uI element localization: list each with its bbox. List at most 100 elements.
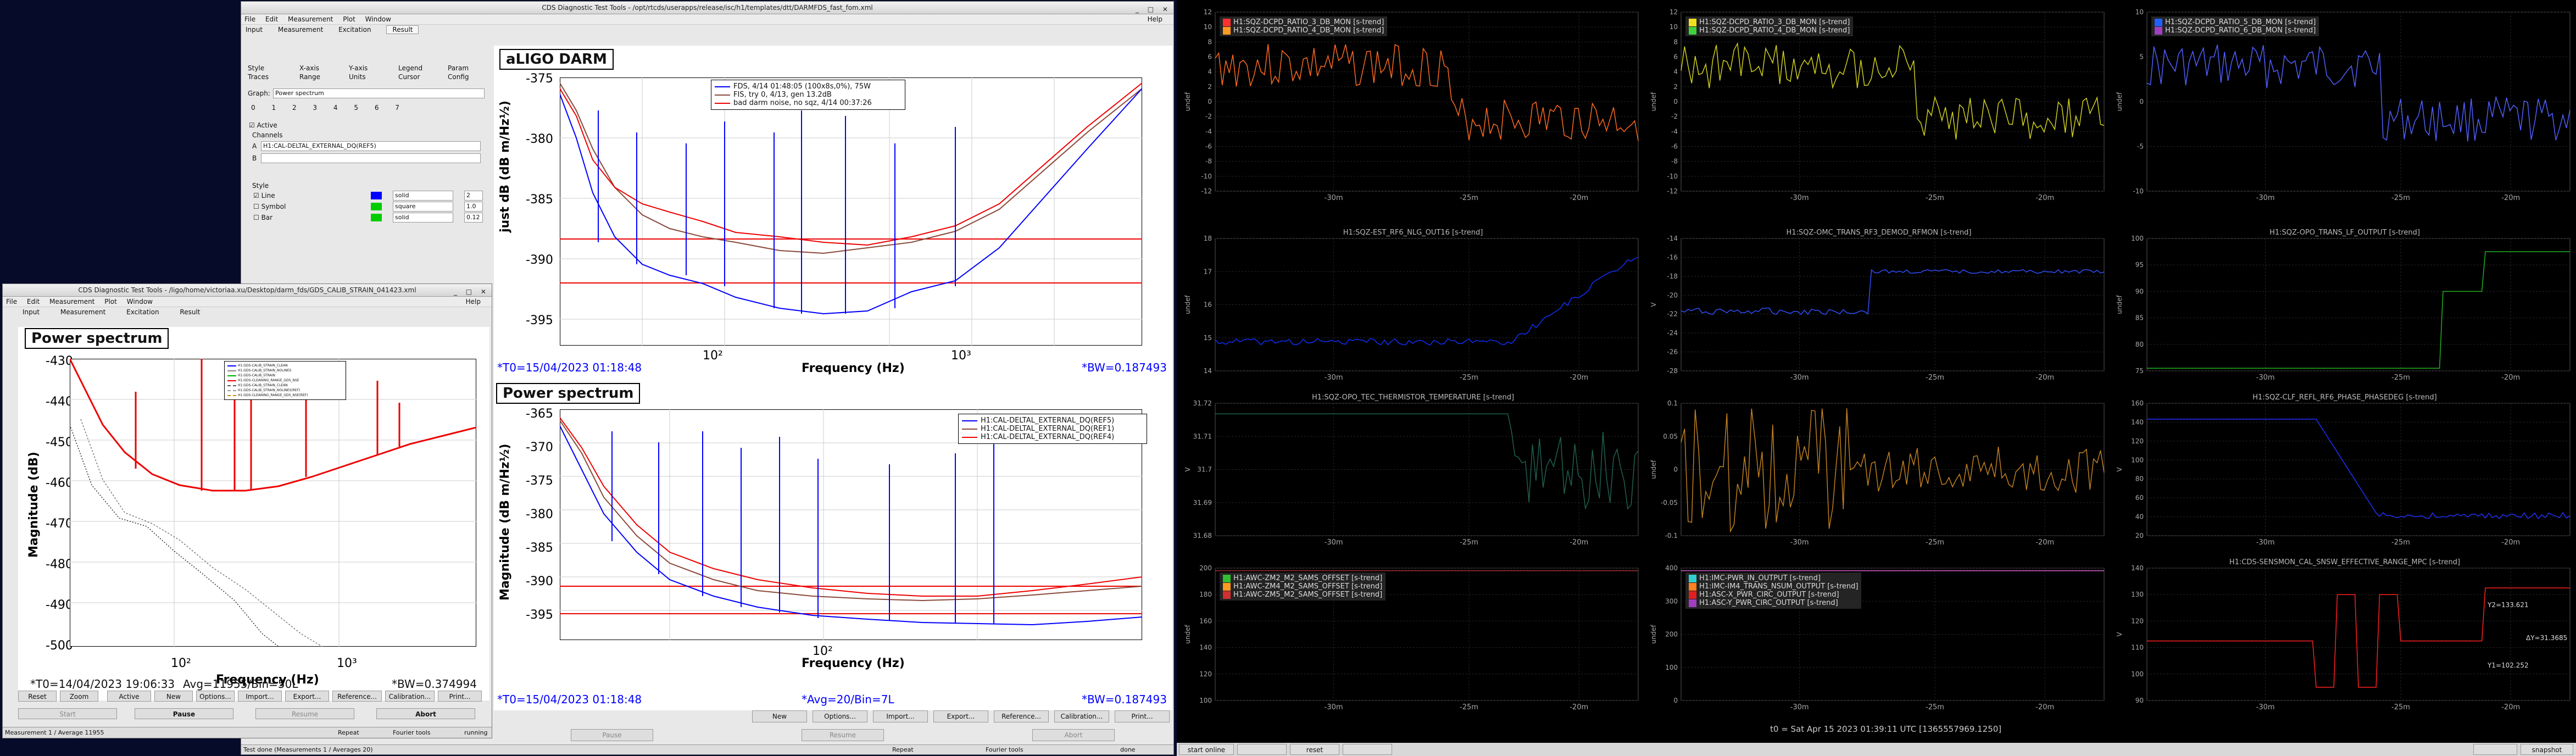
second-menu-plot[interactable]: Plot: [104, 298, 117, 305]
tab-input[interactable]: Input: [246, 26, 263, 34]
start-online-button[interactable]: start online: [1179, 744, 1234, 755]
style-line-checkbox[interactable]: ☑ Line: [253, 192, 275, 199]
ndscope-panel-7[interactable]: 0.1 0.05 0 -0.05 -0.1 -30m -25m -20m undef: [1648, 396, 2110, 552]
ndscope-panel-8[interactable]: H1:SQZ-CLF_REFL_RF6_PHASE_PHASEDEG [s-tr…: [2114, 393, 2575, 552]
second-import-button[interactable]: Import...: [238, 691, 282, 702]
ndscope-panel-1[interactable]: 12 10 8 6 4 2 0 -2 -4 -6 -8 -10 -12 -30m -25m -20m undef…: [1648, 4, 2110, 208]
line-color-swatch[interactable]: [371, 192, 382, 199]
subtab-cursor[interactable]: Cursor: [398, 73, 420, 81]
main-window-titlebar[interactable]: CDS Diagnostic Test Tools - /opt/rtcds/u…: [241, 2, 1173, 14]
subtab-units[interactable]: Units: [349, 73, 366, 81]
ndscope-panel-9[interactable]: 200 180 160 140 120 100 -30m -25m -20m undef H1:AW…: [1182, 560, 1644, 717]
subtab-traces[interactable]: Traces: [248, 73, 269, 81]
ndscope-panel-3[interactable]: H1:SQZ-EST_RF6_NLG_OUT16 [s-trend] 18 17 16…: [1182, 229, 1644, 387]
subtab-legend[interactable]: Legend: [398, 64, 422, 72]
ndscope-plot[interactable]: 18 17 16 15 14 -30m -25m -20m undef: [1182, 231, 1644, 387]
tab-measurement[interactable]: Measurement: [278, 26, 323, 34]
second-window-titlebar[interactable]: CDS Diagnostic Test Tools - /ligo/home/v…: [3, 284, 492, 297]
second-abort-button[interactable]: Abort: [376, 708, 475, 719]
subtab-param[interactable]: Param: [448, 64, 469, 72]
main-reference-button[interactable]: Reference...: [994, 710, 1049, 722]
second-print-button[interactable]: Print...: [438, 691, 482, 702]
channel-b-select[interactable]: [261, 153, 481, 163]
second-tab-excitation[interactable]: Excitation: [126, 308, 159, 316]
trace-tab-5[interactable]: 5: [354, 104, 358, 112]
line-type-select[interactable]: solid: [393, 191, 453, 201]
second-menu-window[interactable]: Window: [127, 298, 153, 305]
style-bar-checkbox[interactable]: ☐ Bar: [253, 214, 272, 221]
subtab-config[interactable]: Config: [448, 73, 469, 81]
tab-excitation[interactable]: Excitation: [338, 26, 371, 34]
second-menu-edit[interactable]: Edit: [27, 298, 40, 305]
ndscope-panel-2[interactable]: 10 5 0 -5 -10 -30m -25m -20m undef H1:SQZ-DCPD_RA…: [2114, 4, 2575, 208]
bar-type-select[interactable]: solid: [393, 213, 453, 223]
main-calibration-button[interactable]: Calibration...: [1054, 710, 1109, 722]
subtab-range[interactable]: Range: [299, 73, 320, 81]
ndscope-plot[interactable]: 31.72 31.71 31.7 31.69 31.68 -30m -25m -20m V: [1182, 396, 1644, 552]
graph-select[interactable]: Power spectrum: [273, 88, 485, 98]
trace-tab-6[interactable]: 6: [375, 104, 379, 112]
second-reference-button[interactable]: Reference...: [332, 691, 382, 702]
trace-tab-2[interactable]: 2: [292, 104, 297, 112]
channel-a-select[interactable]: H1:CAL-DELTAL_EXTERNAL_DQ(REF5): [261, 141, 481, 151]
second-new-button[interactable]: New: [154, 691, 193, 702]
menu-help[interactable]: Help: [1148, 14, 1162, 24]
main-import-button[interactable]: Import...: [873, 710, 928, 722]
ndscope-plot[interactable]: 160 140 120 100 80 60 40 20 -30m -25m -20m V: [2114, 396, 2575, 552]
main-export-button[interactable]: Export...: [933, 710, 988, 722]
symbol-size-input[interactable]: 1.0: [464, 202, 483, 212]
trace-tab-3[interactable]: 3: [313, 104, 317, 112]
ndscope-panel-4[interactable]: H1:SQZ-OMC_TRANS_RF3_DEMOD_RFMON [s-tren…: [1648, 229, 2110, 387]
ndscope-panel-10[interactable]: 400 300 200 100 0 -30m -25m -20m undef H1:IMC-PWR…: [1648, 560, 2110, 717]
second-start-button[interactable]: Start: [18, 708, 117, 719]
second-export-button[interactable]: Export...: [285, 691, 329, 702]
menu-measurement[interactable]: Measurement: [288, 15, 333, 23]
ndscope-panel-5[interactable]: H1:SQZ-OPO_TRANS_LF_OUTPUT [s-trend] 100 9…: [2114, 229, 2575, 387]
style-symbol-checkbox[interactable]: ☐ Symbol: [253, 203, 286, 210]
line-size-input[interactable]: 2: [464, 191, 483, 201]
main-print-button[interactable]: Print...: [1115, 710, 1170, 722]
second-menu-measurement[interactable]: Measurement: [49, 298, 94, 305]
second-menu-help[interactable]: Help: [466, 297, 481, 307]
second-resume-button[interactable]: Resume: [255, 708, 354, 719]
main-new-button[interactable]: New: [752, 710, 807, 722]
ndscope-panel-6[interactable]: H1:SQZ-OPO_TEC_THERMISTOR_TEMPERATURE [s…: [1182, 393, 1644, 552]
ndscope-blank-button-4[interactable]: [2473, 744, 2517, 755]
bar-size-input[interactable]: 0.12: [464, 213, 483, 223]
menu-edit[interactable]: Edit: [265, 15, 278, 23]
second-reset-button[interactable]: Reset: [18, 691, 57, 702]
second-active-button[interactable]: Active: [107, 691, 151, 702]
symbol-type-select[interactable]: square: [393, 202, 453, 212]
bar-color-swatch[interactable]: [371, 214, 382, 221]
symbol-color-swatch[interactable]: [371, 203, 382, 210]
second-zoom-button[interactable]: Zoom: [60, 691, 98, 702]
ndscope-panel-11[interactable]: H1:CDS-SENSMON_CAL_SNSW_EFFECTIVE_RANGE_…: [2114, 558, 2575, 717]
plot1-graph[interactable]: [560, 77, 1142, 346]
second-tab-input[interactable]: Input: [23, 308, 40, 316]
subtab-style[interactable]: Style: [248, 64, 264, 72]
second-pause-button[interactable]: Pause: [135, 708, 233, 719]
ndscope-panel-0[interactable]: 12 10 8 6 4 2 0 -2 -4 -6 -8 -10 -12 -30m -25m -20m undef…: [1182, 4, 1644, 208]
ndscope-blank-button-1[interactable]: [1237, 744, 1287, 755]
plot2-graph[interactable]: [560, 409, 1142, 640]
reset-button[interactable]: reset: [1290, 744, 1339, 755]
main-options-button[interactable]: Options...: [813, 710, 867, 722]
second-options-button[interactable]: Options...: [196, 691, 235, 702]
ndscope-plot[interactable]: 0.1 0.05 0 -0.05 -0.1 -30m -25m -20m undef: [1648, 396, 2110, 552]
active-checkbox[interactable]: ☑ Active: [249, 121, 277, 129]
subtab-yaxis[interactable]: Y-axis: [349, 64, 368, 72]
ndscope-plot[interactable]: 140 130 120 110 100 90 -30m -25m -20m V: [2114, 560, 2575, 717]
main-resume-button[interactable]: Resume: [802, 729, 884, 741]
trace-tab-7[interactable]: 7: [395, 104, 399, 112]
second-tab-measurement[interactable]: Measurement: [60, 308, 105, 316]
second-tab-result[interactable]: Result: [180, 308, 200, 316]
second-graph[interactable]: [70, 359, 476, 647]
tab-result[interactable]: Result: [386, 25, 419, 34]
snapshot-button[interactable]: snapshot: [2521, 744, 2573, 755]
subtab-xaxis[interactable]: X-axis: [299, 64, 319, 72]
menu-file[interactable]: File: [244, 15, 255, 23]
menu-window[interactable]: Window: [365, 15, 391, 23]
trace-tab-4[interactable]: 4: [333, 104, 338, 112]
trace-tab-0[interactable]: 0: [251, 104, 255, 112]
main-pause-button[interactable]: Pause: [571, 729, 653, 741]
